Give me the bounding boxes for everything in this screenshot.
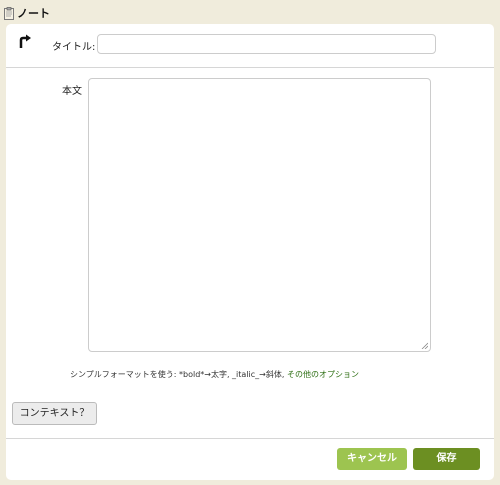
context-button[interactable]: コンテキスト？ xyxy=(12,402,97,425)
body-textarea[interactable] xyxy=(88,78,431,352)
format-hint-text: シンプルフォーマットを使う: *bold*→太字, _italic_→斜体, xyxy=(70,370,285,379)
title-label: タイトル: xyxy=(52,42,96,53)
format-hint: シンプルフォーマットを使う: *bold*→太字, _italic_→斜体, そ… xyxy=(70,369,359,380)
title-input[interactable] xyxy=(97,34,436,54)
clipboard-icon xyxy=(4,6,14,20)
save-button[interactable]: 保存 xyxy=(413,448,480,470)
footer-divider xyxy=(6,438,494,439)
cancel-button[interactable]: キャンセル xyxy=(337,448,407,470)
resize-handle-icon[interactable] xyxy=(421,342,428,349)
note-form-panel: タイトル: 本文 シンプルフォーマットを使う: *bold*→太字, _ital… xyxy=(6,24,494,480)
window-title: ノート xyxy=(17,7,50,20)
more-options-link[interactable]: その他のオプション xyxy=(287,370,359,379)
window-title-bar: ノート xyxy=(4,4,50,22)
body-label: 本文 xyxy=(62,86,82,97)
turn-right-arrow-icon[interactable] xyxy=(18,34,32,48)
divider xyxy=(6,67,494,68)
